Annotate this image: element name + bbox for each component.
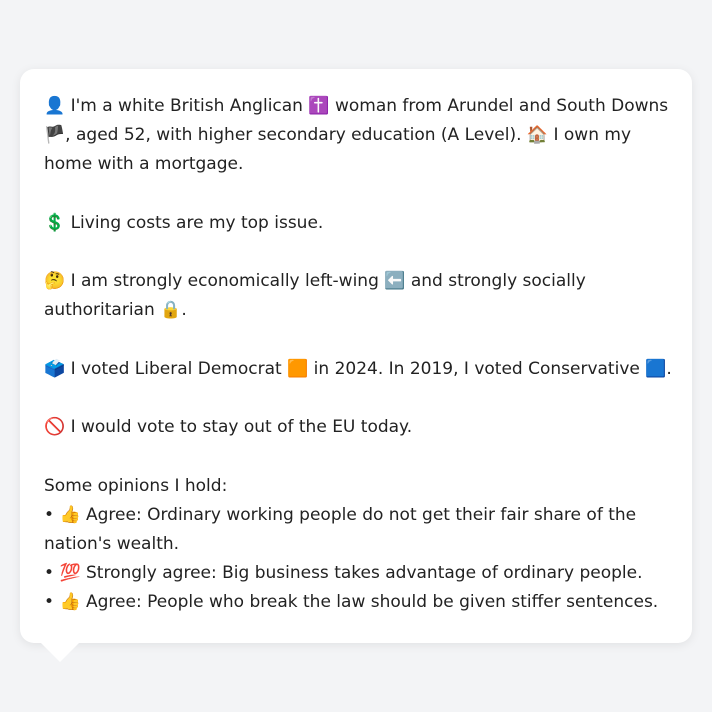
bullet-marker: • [44,563,55,584]
ballot-box-icon: 🗳️ [44,358,66,379]
issue-paragraph: 💲 Living costs are my top issue. [44,209,672,238]
vote-text-a: I voted Liberal Democrat [70,358,282,379]
thinking-face-icon: 🤔 [44,271,66,292]
issue-text: Living costs are my top issue. [70,212,324,233]
vote-paragraph: 🗳️ I voted Liberal Democrat 🟧 in 2024. I… [44,355,672,384]
eu-text: I would vote to stay out of the EU today… [70,417,413,438]
person-icon: 👤 [44,96,66,116]
profile-text-a: I'm a white British Anglican [70,96,303,116]
prohibited-icon: 🚫 [44,417,66,438]
thumbs-up-icon: 👍 [59,504,81,525]
left-arrow-icon: ⬅️ [384,271,406,292]
eu-paragraph: 🚫 I would vote to stay out of the EU tod… [44,413,672,442]
profile-paragraph: 👤 I'm a white British Anglican ✝️ woman … [44,92,672,180]
opinion-text: Agree: Ordinary working people do not ge… [44,504,637,554]
ideology-text-c: . [181,300,187,321]
profile-text-c: , aged 52, with higher secondary educati… [65,125,522,146]
profile-text-b: woman from Arundel and South Downs [334,96,669,116]
house-icon: 🏠 [526,125,549,146]
orange-square-icon: 🟧 [287,358,309,379]
opinion-text: Agree: People who break the law should b… [86,592,659,613]
opinion-item: • 💯 Strongly agree: Big business takes a… [44,559,672,588]
opinions-heading: Some opinions I hold: [44,475,228,496]
cross-icon: ✝️ [308,96,330,116]
bullet-marker: • [44,504,55,525]
opinion-item: • 👍 Agree: People who break the law shou… [44,588,672,617]
vote-text-b: in 2024. In 2019, I voted Conservative [313,358,640,379]
bubble-tail [40,642,80,662]
vote-text-c: . [666,358,672,379]
england-flag-icon: 🏴 [44,125,66,146]
persona-message-bubble: 👤 I'm a white British Anglican ✝️ woman … [20,69,692,643]
opinion-text: Strongly agree: Big business takes advan… [86,563,643,584]
ideology-paragraph: 🤔 I am strongly economically left-wing ⬅… [44,267,672,325]
lock-icon: 🔒 [160,300,182,321]
blue-square-icon: 🟦 [645,358,667,379]
bullet-marker: • [44,592,55,613]
hundred-points-icon: 💯 [59,563,81,584]
dollar-icon: 💲 [44,212,66,233]
ideology-text-a: I am strongly economically left-wing [70,271,379,292]
thumbs-up-icon: 👍 [59,592,81,613]
opinion-item: • 👍 Agree: Ordinary working people do no… [44,501,672,559]
